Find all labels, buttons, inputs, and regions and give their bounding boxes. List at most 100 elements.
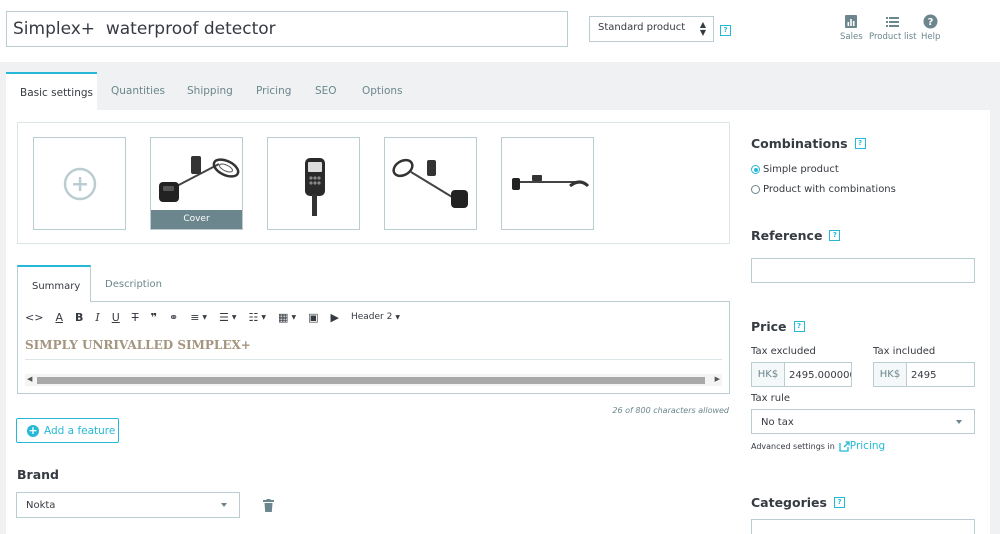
tax-rule-value: No tax [761,417,794,428]
heading-select[interactable]: Header 2 ▼ [351,312,400,322]
heading-select-value: Header 2 [350,312,393,322]
image-thumbnail[interactable] [501,137,594,230]
strikethrough-icon[interactable]: T [132,311,139,324]
categories-help-icon[interactable]: ? [833,497,845,508]
advanced-settings-note: Advanced settings in Pricing [751,440,885,452]
code-icon[interactable]: <> [25,311,43,324]
radio-simple-product[interactable]: Simple product [751,164,839,175]
tax-included-label: Tax included [873,346,936,357]
radio-product-with-combinations[interactable]: Product with combinations [751,184,896,195]
product-type-select[interactable]: Standard product ▲ ▼ [589,16,714,42]
link-icon[interactable]: ⚭ [169,311,178,324]
brand-value: Nokta [26,500,56,511]
detector-angled-image [392,158,468,208]
top-bar: Standard product ▲▼ ? Sales Product list… [0,0,1000,62]
bold-icon[interactable]: B [75,311,83,324]
price-tax-excluded-input[interactable]: HK$ 2495.000000 [751,362,852,387]
description-editor: Summary Description <> A B I U T ❞ ⚭ ≡ ▼ … [17,265,730,394]
table-icon[interactable]: ▦ ▼ [278,311,296,324]
image-thumbnail[interactable] [267,137,360,230]
radio-label: Simple product [763,164,839,175]
character-counter: 26 of 800 characters allowed [612,406,729,415]
media-icon[interactable]: ▶ [330,311,338,324]
plus-circle-icon: + [27,423,39,437]
metal-detector-image [159,156,240,202]
add-image-dropzone[interactable] [33,137,126,230]
trash-icon[interactable] [263,499,274,512]
add-feature-button[interactable]: + Add a feature [16,418,119,443]
cover-badge: Cover [151,210,242,229]
price-tax-included-input[interactable]: HK$ 2495 [873,362,975,387]
tab-quantities[interactable]: Quantities [97,72,179,110]
categories-tree[interactable] [751,519,975,534]
chevron-down-icon [956,420,962,424]
control-unit-image [305,158,325,216]
tab-options[interactable]: Options [348,72,417,110]
external-link-icon [839,440,850,452]
tab-shipping[interactable]: Shipping [173,72,247,110]
scroll-right-icon[interactable]: ▶ [715,375,720,383]
editor-content[interactable]: SIMPLY UNRIVALLED SIMPLEX+ [25,335,722,360]
editor-toolbar: <> A B I U T ❞ ⚭ ≡ ▼ ☰ ▼ ☷ ▼ ▦ ▼ ▣ ▶ Header … [25,308,412,326]
help-circle-icon: ? [923,14,938,29]
italic-icon[interactable]: I [95,311,99,324]
chevron-down-icon [221,503,227,507]
horizontal-scrollbar[interactable]: ◀ ▶ [25,374,722,386]
scrollbar-thumb[interactable] [37,377,705,384]
radio-label: Product with combinations [763,184,896,195]
brand-heading: Brand [17,467,59,482]
align-icon[interactable]: ≡ ▼ [190,311,207,324]
bullet-list-icon[interactable]: ☰ ▼ [219,311,237,324]
price-help-icon[interactable]: ? [793,321,805,332]
sales-label: Sales [840,32,863,42]
list-icon [886,17,900,27]
radio-button[interactable] [751,185,760,194]
categories-title: Categories [751,495,827,510]
combinations-help-icon[interactable]: ? [854,138,866,149]
price-heading: Price ? [751,319,805,334]
sales-button[interactable]: Sales [840,14,863,42]
tab-seo[interactable]: SEO [301,72,351,110]
text-color-icon[interactable]: A [55,311,63,324]
pricing-link[interactable]: Pricing [839,440,885,452]
select-arrows-icon: ▲ ▼ [699,20,706,37]
scroll-left-icon[interactable]: ◀ [27,375,32,383]
image-icon[interactable]: ▣ [308,311,318,324]
image-thumbnail[interactable] [384,137,477,230]
help-button[interactable]: ? Help [921,14,940,42]
underline-icon[interactable]: U [112,311,120,324]
price-title: Price [751,319,787,334]
tab-basic-settings[interactable]: Basic settings [6,72,97,110]
svg-text:?: ? [928,17,934,28]
reference-title: Reference [751,228,823,243]
add-image-icon [63,167,97,201]
quote-icon[interactable]: ❞ [151,311,157,324]
product-list-button[interactable]: Product list [869,14,916,42]
tax-rule-label: Tax rule [751,393,791,404]
brand-select[interactable]: Nokta [16,492,240,518]
tab-summary[interactable]: Summary [17,265,91,302]
tab-description[interactable]: Description [91,265,176,302]
bar-chart-icon [845,15,858,28]
numbered-list-icon[interactable]: ☷ ▼ [249,311,267,324]
radio-button[interactable] [751,165,760,174]
price-tax-excluded-value: 2495.000000 [789,370,851,381]
product-type-help-icon[interactable]: ? [720,25,731,36]
tax-rule-select[interactable]: No tax [751,409,975,434]
reference-input[interactable] [751,258,975,283]
tax-excluded-label: Tax excluded [751,346,816,357]
product-list-label: Product list [869,32,917,42]
help-label: Help [921,32,941,42]
currency-addon: HK$ [752,363,785,386]
categories-heading: Categories ? [751,495,845,510]
product-name-input[interactable] [6,11,568,47]
rich-text-editor: <> A B I U T ❞ ⚭ ≡ ▼ ☰ ▼ ☷ ▼ ▦ ▼ ▣ ▶ Header … [17,301,730,394]
reference-help-icon[interactable]: ? [829,230,841,241]
price-tax-included-value: 2495 [911,370,937,381]
image-thumbnail-cover[interactable]: Cover [150,137,243,230]
product-type-value: Standard product [598,22,686,33]
product-images: Cover [17,122,730,244]
combinations-heading: Combinations ? [751,136,866,151]
tab-pricing[interactable]: Pricing [242,72,305,110]
detector-side-image [512,175,590,190]
